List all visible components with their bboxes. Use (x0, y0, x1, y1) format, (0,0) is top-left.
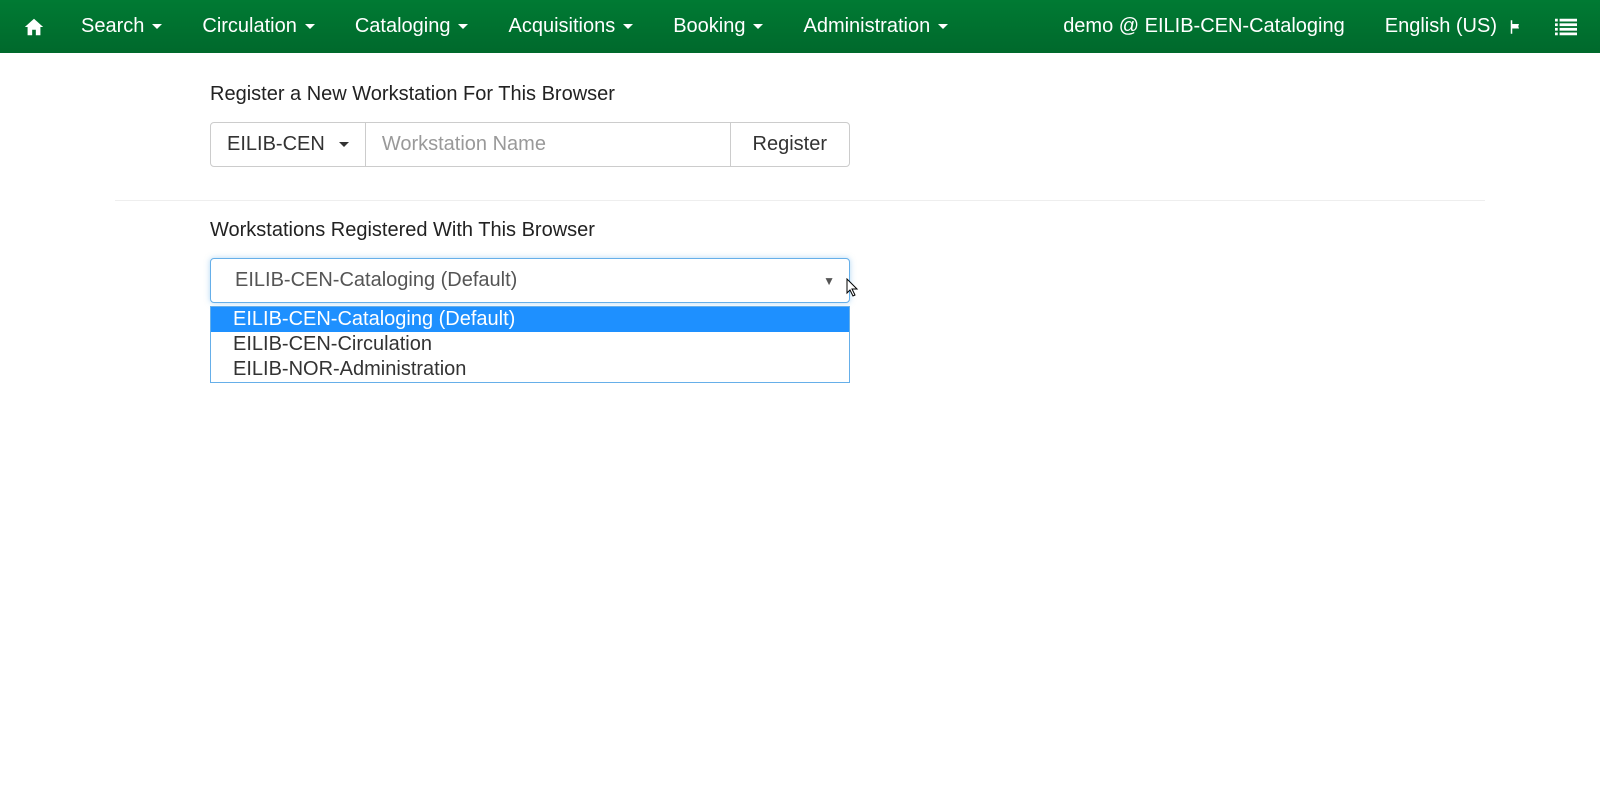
caret-down-icon (938, 24, 948, 29)
main-container: Register a New Workstation For This Brow… (100, 53, 1500, 318)
caret-down-icon (623, 24, 633, 29)
user-status-label: demo @ EILIB-CEN-Cataloging (1063, 15, 1345, 38)
nav-booking-label: Booking (673, 15, 745, 38)
home-icon (23, 16, 45, 38)
workstation-select-wrap: EILIB-CEN-Cataloging (Default) ▼ EILIB-C… (210, 258, 850, 303)
register-input-group: EILIB-CEN Register (210, 122, 850, 167)
workstation-option-0[interactable]: EILIB-CEN-Cataloging (Default) (211, 307, 849, 332)
menu-list-icon (1555, 17, 1577, 37)
nav-cataloging-label: Cataloging (355, 15, 451, 38)
menu-button[interactable] (1535, 5, 1585, 49)
nav-search[interactable]: Search (61, 0, 182, 53)
user-status[interactable]: demo @ EILIB-CEN-Cataloging (1043, 0, 1375, 53)
nav-acquisitions-label: Acquisitions (508, 15, 615, 38)
registered-title: Workstations Registered With This Browse… (210, 219, 1390, 242)
top-navbar: Search Circulation Cataloging Acquisitio… (0, 0, 1600, 53)
registered-section: Workstations Registered With This Browse… (115, 201, 1485, 318)
workstation-dropdown: EILIB-CEN-Cataloging (Default) EILIB-CEN… (210, 306, 850, 383)
home-link[interactable] (15, 4, 61, 50)
workstation-option-2[interactable]: EILIB-NOR-Administration (211, 357, 849, 382)
caret-down-icon (339, 142, 349, 147)
caret-down-icon (305, 24, 315, 29)
navbar-right: demo @ EILIB-CEN-Cataloging English (US) (1043, 0, 1585, 53)
caret-down-icon (152, 24, 162, 29)
language-selector[interactable]: English (US) (1375, 0, 1535, 53)
workstation-name-input[interactable] (366, 122, 730, 167)
workstation-selected-label: EILIB-CEN-Cataloging (Default) (235, 269, 517, 291)
nav-search-label: Search (81, 15, 144, 38)
register-section: Register a New Workstation For This Brow… (115, 53, 1485, 182)
navbar-left: Search Circulation Cataloging Acquisitio… (15, 0, 968, 53)
org-select-button[interactable]: EILIB-CEN (210, 122, 366, 167)
register-title: Register a New Workstation For This Brow… (210, 83, 1390, 106)
caret-down-icon (458, 24, 468, 29)
nav-booking[interactable]: Booking (653, 0, 783, 53)
nav-cataloging[interactable]: Cataloging (335, 0, 489, 53)
flag-icon (1507, 18, 1525, 36)
select-arrow-icon: ▼ (823, 274, 835, 288)
nav-circulation-label: Circulation (202, 15, 296, 38)
nav-circulation[interactable]: Circulation (182, 0, 334, 53)
nav-acquisitions[interactable]: Acquisitions (488, 0, 653, 53)
nav-administration-label: Administration (803, 15, 930, 38)
workstation-option-1[interactable]: EILIB-CEN-Circulation (211, 332, 849, 357)
register-button[interactable]: Register (730, 122, 850, 167)
nav-administration[interactable]: Administration (783, 0, 968, 53)
workstation-select[interactable]: EILIB-CEN-Cataloging (Default) ▼ (210, 258, 850, 303)
org-selected-label: EILIB-CEN (227, 133, 325, 156)
language-label: English (US) (1385, 15, 1497, 38)
caret-down-icon (753, 24, 763, 29)
